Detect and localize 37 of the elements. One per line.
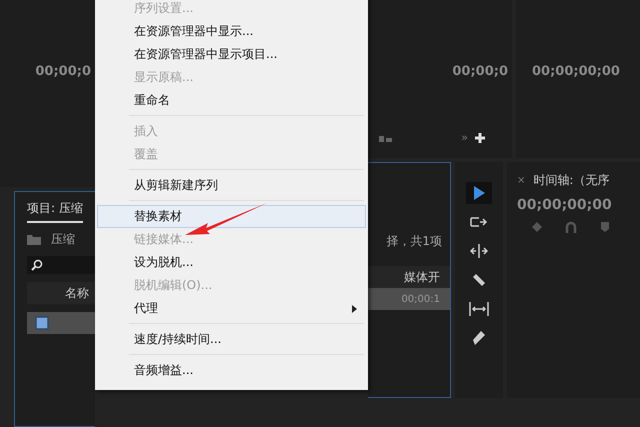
sequence-icon xyxy=(35,316,49,330)
table-cell: 00;00:1 xyxy=(368,288,450,310)
submenu-arrow-icon xyxy=(352,304,357,312)
tool-button[interactable] xyxy=(466,182,492,204)
add-icon[interactable] xyxy=(474,132,486,144)
razor-icon xyxy=(472,273,486,287)
search-icon xyxy=(31,259,43,271)
menu-item[interactable]: 代理 xyxy=(97,297,366,320)
slip-icon xyxy=(469,302,489,316)
menu-item[interactable]: 音频增益... xyxy=(97,359,366,382)
bin-name: 压缩 xyxy=(51,231,75,248)
timecode: 00;00;0 xyxy=(35,64,91,79)
item-count: 择，共1项 xyxy=(386,233,442,250)
marker-icon[interactable] xyxy=(599,221,611,233)
track-select-icon xyxy=(470,216,488,228)
menu-item[interactable]: 速度/持续时间... xyxy=(97,328,366,351)
timeline-title[interactable]: 时间轴:（无序 xyxy=(533,172,610,189)
menu-item[interactable]: 在资源管理器中显示... xyxy=(97,20,366,43)
timecode: 00;00;0 xyxy=(452,64,508,79)
timecode: 00;00;00;00 xyxy=(532,64,620,79)
ripple-edit-icon xyxy=(470,244,488,258)
search-field[interactable] xyxy=(27,256,95,274)
menu-item[interactable]: 替换素材 xyxy=(97,205,366,228)
column-header[interactable]: 媒体开 xyxy=(368,266,450,288)
close-button[interactable]: × xyxy=(517,175,526,186)
project-row[interactable] xyxy=(27,312,95,334)
overflow-button[interactable]: » xyxy=(461,131,468,144)
pointer-icon xyxy=(472,185,486,201)
timecode: 00;00;00;00 xyxy=(517,197,613,213)
panel-title[interactable]: 项目: 压缩 xyxy=(27,200,83,223)
menu-item[interactable]: 重命名 xyxy=(97,89,366,112)
column-header[interactable]: 名称 xyxy=(27,282,95,304)
menu-item[interactable]: 设为脱机... xyxy=(97,251,366,274)
folder-icon xyxy=(27,234,41,245)
pen-icon xyxy=(472,330,486,346)
menu-item[interactable]: 在资源管理器中显示项目... xyxy=(97,43,366,66)
menu-item[interactable]: 从剪辑新建序列 xyxy=(97,174,366,197)
